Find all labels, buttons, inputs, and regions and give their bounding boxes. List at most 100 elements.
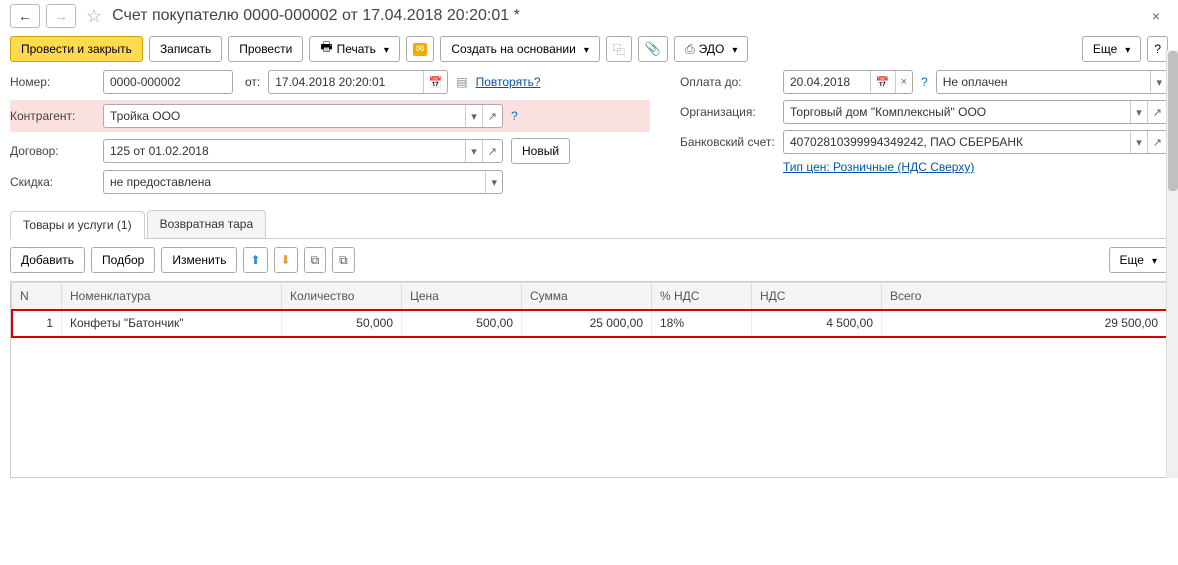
email-button[interactable]: ✉	[406, 36, 434, 62]
edo-button[interactable]: ЭДО	[674, 36, 748, 62]
favorite-icon[interactable]: ☆	[86, 6, 102, 27]
cell-qty[interactable]: 50,000	[282, 310, 402, 337]
help-button[interactable]: ?	[1147, 36, 1168, 62]
number-input[interactable]: 0000-000002	[103, 70, 233, 94]
caret-icon	[728, 42, 737, 56]
paste-button[interactable]	[332, 247, 355, 273]
caret-icon	[380, 42, 389, 56]
close-button[interactable]: ×	[1144, 4, 1168, 28]
org-value: Торговый дом "Комплексный" ООО	[784, 105, 1130, 119]
copy-button[interactable]	[304, 247, 327, 273]
open-icon[interactable]: ↗	[1147, 131, 1167, 153]
help-icon[interactable]: ?	[921, 75, 928, 89]
print-button[interactable]: Печать	[309, 36, 400, 62]
col-qty[interactable]: Количество	[282, 283, 402, 310]
tabs: Товары и услуги (1) Возвратная тара	[10, 210, 1168, 239]
nav-back-button[interactable]: ←	[10, 4, 40, 28]
more-button[interactable]: Еще	[1082, 36, 1141, 62]
dropdown-icon[interactable]: ▾	[1150, 71, 1167, 93]
repeat-icon[interactable]: ▤	[456, 75, 467, 89]
caret-icon	[580, 42, 589, 56]
table-row[interactable]: 1 Конфеты "Батончик" 50,000 500,00 25 00…	[12, 310, 1167, 337]
discount-value: не предоставлена	[104, 175, 485, 189]
vertical-scrollbar[interactable]	[1166, 50, 1178, 478]
calendar-icon[interactable]: 📅	[423, 71, 448, 93]
calendar-icon[interactable]: 📅	[870, 71, 895, 93]
cell-vat-rate[interactable]: 18%	[652, 310, 752, 337]
attach-icon	[645, 41, 661, 57]
move-up-button[interactable]: ⬆	[243, 247, 267, 273]
cell-nomenclature[interactable]: Конфеты "Батончик"	[62, 310, 282, 337]
tab-goods[interactable]: Товары и услуги (1)	[10, 211, 145, 239]
cell-vat[interactable]: 4 500,00	[752, 310, 882, 337]
post-button[interactable]: Провести	[228, 36, 303, 62]
col-vat-rate[interactable]: % НДС	[652, 283, 752, 310]
open-icon[interactable]: ↗	[482, 105, 502, 127]
caret-icon	[1148, 253, 1157, 267]
printer-icon	[320, 38, 332, 60]
main-toolbar: Провести и закрыть Записать Провести Печ…	[0, 36, 1178, 70]
cell-price[interactable]: 500,00	[402, 310, 522, 337]
move-down-button[interactable]: ⬇	[274, 247, 298, 273]
table-header-row: N Номенклатура Количество Цена Сумма % Н…	[12, 283, 1167, 310]
from-label: от:	[245, 75, 260, 89]
save-button[interactable]: Записать	[149, 36, 222, 62]
bank-input[interactable]: 40702810399994349242, ПАО СБЕРБАНК ▾ ↗	[783, 130, 1168, 154]
dropdown-icon[interactable]: ▾	[465, 140, 482, 162]
pay-until-input[interactable]: 20.04.2018 📅 ×	[783, 70, 913, 94]
more-label: Еще	[1093, 42, 1117, 56]
col-n[interactable]: N	[12, 283, 62, 310]
edit-row-button[interactable]: Изменить	[161, 247, 237, 273]
pick-button[interactable]: Подбор	[91, 247, 155, 273]
col-vat[interactable]: НДС	[752, 283, 882, 310]
discount-input[interactable]: не предоставлена ▾	[103, 170, 503, 194]
col-sum[interactable]: Сумма	[522, 283, 652, 310]
pay-until-value: 20.04.2018	[784, 75, 870, 89]
add-row-button[interactable]: Добавить	[10, 247, 85, 273]
structure-button[interactable]	[606, 36, 632, 62]
date-value: 17.04.2018 20:20:01	[269, 75, 422, 89]
cell-n[interactable]: 1	[12, 310, 62, 337]
open-icon[interactable]: ↗	[482, 140, 502, 162]
date-input[interactable]: 17.04.2018 20:20:01 📅	[268, 70, 448, 94]
create-based-button[interactable]: Создать на основании	[440, 36, 600, 62]
org-label: Организация:	[680, 101, 775, 123]
counterparty-label: Контрагент:	[10, 105, 95, 127]
counterparty-input[interactable]: Тройка ООО ▾ ↗	[103, 104, 503, 128]
contract-value: 125 от 01.02.2018	[104, 144, 465, 158]
scroll-thumb[interactable]	[1168, 51, 1178, 191]
dropdown-icon[interactable]: ▾	[1130, 101, 1147, 123]
titlebar: ← → ☆ Счет покупателю 0000-000002 от 17.…	[0, 0, 1178, 36]
clear-icon[interactable]: ×	[895, 71, 912, 93]
dropdown-icon[interactable]: ▾	[1130, 131, 1147, 153]
more-label: Еще	[1120, 253, 1144, 267]
org-input[interactable]: Торговый дом "Комплексный" ООО ▾ ↗	[783, 100, 1168, 124]
pay-until-label: Оплата до:	[680, 71, 775, 93]
attach-button[interactable]	[638, 36, 668, 62]
tab-returnable[interactable]: Возвратная тара	[147, 210, 267, 238]
col-nomenclature[interactable]: Номенклатура	[62, 283, 282, 310]
table-empty-area[interactable]	[12, 337, 1167, 477]
col-total[interactable]: Всего	[882, 283, 1167, 310]
new-contract-button[interactable]: Новый	[511, 138, 570, 164]
repeat-link[interactable]: Повторять?	[476, 75, 541, 89]
contract-input[interactable]: 125 от 01.02.2018 ▾ ↗	[103, 139, 503, 163]
pay-status-input[interactable]: Не оплачен ▾	[936, 70, 1168, 94]
cell-sum[interactable]: 25 000,00	[522, 310, 652, 337]
table-more-button[interactable]: Еще	[1109, 247, 1168, 273]
print-label: Печать	[337, 42, 376, 56]
nav-forward-button[interactable]: →	[46, 4, 76, 28]
number-label: Номер:	[10, 71, 95, 93]
post-and-close-button[interactable]: Провести и закрыть	[10, 36, 143, 62]
help-icon[interactable]: ?	[511, 109, 518, 123]
pay-status-value: Не оплачен	[937, 75, 1151, 89]
col-price[interactable]: Цена	[402, 283, 522, 310]
cell-total[interactable]: 29 500,00	[882, 310, 1167, 337]
discount-label: Скидка:	[10, 171, 95, 193]
dropdown-icon[interactable]: ▾	[465, 105, 482, 127]
dropdown-icon[interactable]: ▾	[485, 171, 502, 193]
edo-icon	[685, 42, 695, 57]
paste-icon	[339, 253, 348, 268]
price-type-link[interactable]: Тип цен: Розничные (НДС Сверху)	[783, 160, 974, 174]
open-icon[interactable]: ↗	[1147, 101, 1167, 123]
